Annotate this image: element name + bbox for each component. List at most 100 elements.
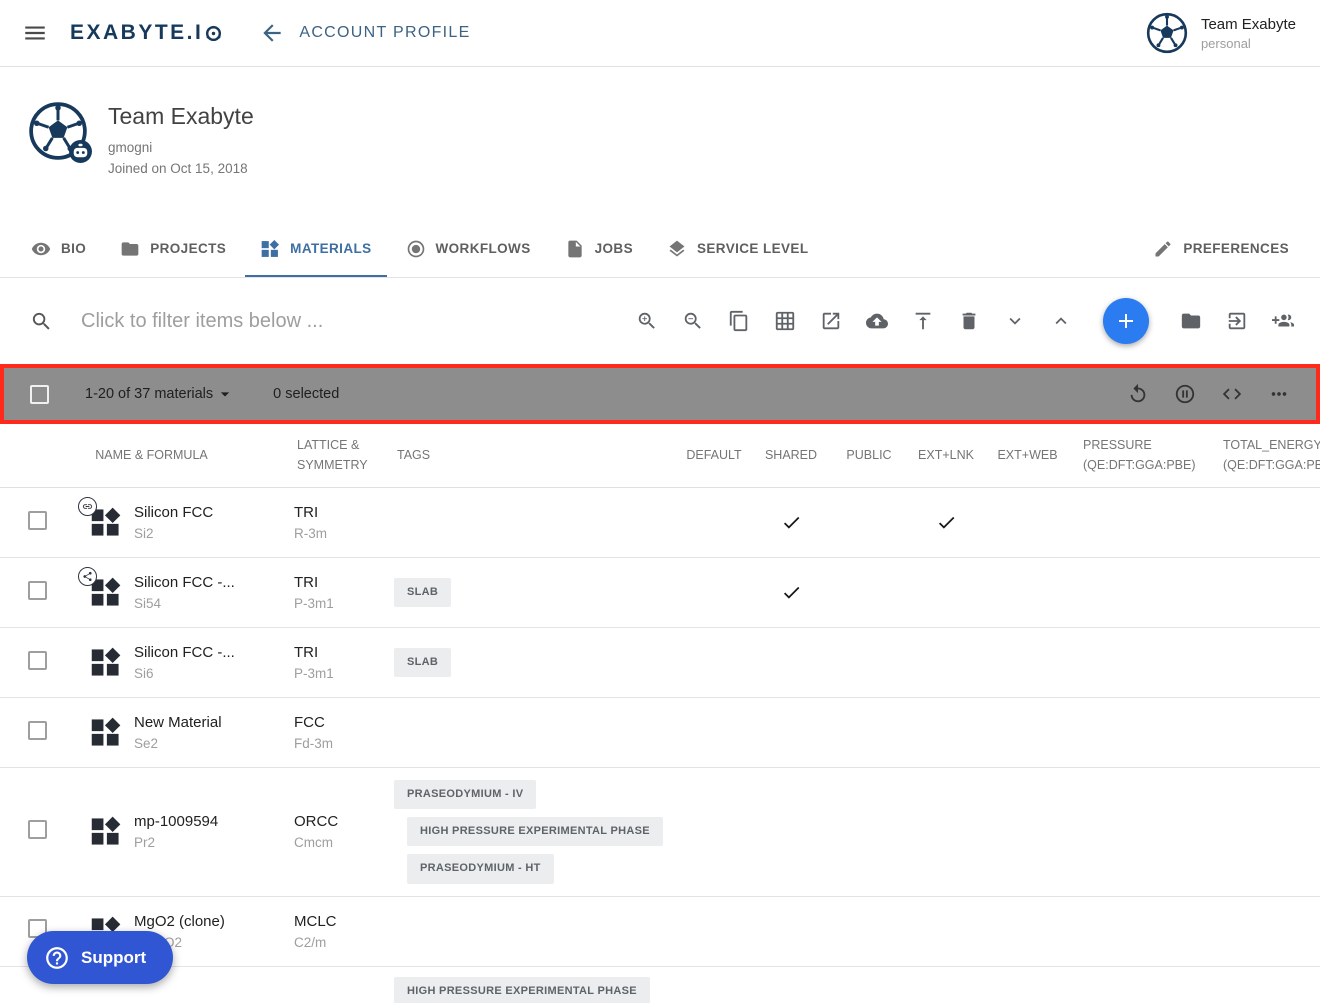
column-lattice-symmetry[interactable]: LATTICE & SYMMETRY: [294, 436, 394, 475]
table-body: Silicon FCC Si2 TRI R-3m: [0, 488, 1320, 1003]
tab-service-level[interactable]: SERVICE LEVEL: [650, 220, 825, 277]
column-tags[interactable]: TAGS: [394, 446, 677, 465]
tab-jobs[interactable]: JOBS: [548, 220, 650, 277]
pause-circle-icon: [1174, 383, 1196, 405]
table-row[interactable]: mp-1009594 Pr2 ORCC Cmcm PRASEODYMIUM - …: [0, 768, 1320, 897]
row-checkbox[interactable]: [28, 721, 47, 740]
tab-materials[interactable]: MATERIALS: [243, 220, 388, 277]
back-button[interactable]: [259, 20, 285, 46]
tags-cell: [394, 721, 677, 745]
upload-top-icon: [912, 310, 934, 332]
code-button[interactable]: [1221, 383, 1243, 405]
material-name[interactable]: Silicon FCC -...: [134, 574, 294, 591]
upload-top-button[interactable]: [912, 310, 934, 332]
material-name[interactable]: Silicon FCC: [134, 504, 294, 521]
open-in-new-button[interactable]: [820, 310, 842, 332]
table-row[interactable]: New Material Se2 FCC Fd-3m: [0, 698, 1320, 768]
table-row[interactable]: Silicon FCC Si2 TRI R-3m: [0, 488, 1320, 558]
account-switcher[interactable]: Team Exabyte personal: [1146, 12, 1298, 54]
zoom-out-icon: [682, 310, 704, 332]
column-default[interactable]: DEFAULT: [677, 446, 751, 465]
copy-button[interactable]: [728, 310, 750, 332]
group-add-button[interactable]: [1272, 310, 1294, 332]
tag-chip: PRASEODYMIUM - HT: [407, 854, 554, 883]
zoom-in-button[interactable]: [636, 310, 658, 332]
top-bar: EXABYTE.I ACCOUNT PROFILE: [0, 0, 1320, 67]
table-row[interactable]: MgO2 (clone) Mg1 O2 MCLC C2/m: [0, 897, 1320, 967]
share-badge: [78, 567, 97, 586]
trash-button[interactable]: [958, 310, 980, 332]
column-pressure[interactable]: PRESSURE (QE:DFT:GGA:PBE): [1070, 436, 1222, 475]
replay-button[interactable]: [1127, 383, 1149, 405]
profile-username: gmogni: [108, 140, 254, 155]
material-name[interactable]: MgO2 (clone): [134, 913, 294, 930]
lattice-symmetry: Cmcm: [294, 835, 394, 850]
pencil-icon: [1153, 239, 1173, 259]
link-badge: [78, 497, 97, 516]
tab-bio[interactable]: BIO: [14, 220, 103, 277]
table-row[interactable]: Silicon FCC -... Si54 TRI P-3m1 SLAB: [0, 558, 1320, 628]
pagination-dropdown[interactable]: 1-20 of 37 materials: [85, 384, 235, 404]
add-material-button[interactable]: [1103, 298, 1149, 344]
materials-icon: [89, 815, 122, 848]
material-name[interactable]: Silicon FCC -...: [134, 644, 294, 661]
tab-preferences[interactable]: PREFERENCES: [1136, 220, 1306, 277]
material-name[interactable]: New Material: [134, 714, 294, 731]
logo[interactable]: EXABYTE.I: [70, 21, 223, 45]
lattice-type: ORCC: [294, 813, 394, 830]
column-total-energy[interactable]: TOTAL_ENERGY (QE:DFT:GGA:PBE): [1222, 436, 1320, 475]
shared-flag-cell: [751, 582, 831, 603]
chevron-up-button[interactable]: [1050, 310, 1072, 332]
plus-icon: [1114, 309, 1138, 333]
table-row[interactable]: Silicon FCC -... Si6 TRI P-3m1 SLAB: [0, 628, 1320, 698]
selection-actions: [1127, 383, 1290, 405]
grid-button[interactable]: [774, 310, 796, 332]
material-name[interactable]: mp-1009594: [134, 813, 294, 830]
lattice-type: MCLC: [294, 913, 394, 930]
folder-button[interactable]: [1180, 310, 1202, 332]
ext-lnk-flag-cell: [907, 512, 985, 533]
tab-label: WORKFLOWS: [436, 241, 531, 256]
row-checkbox[interactable]: [28, 581, 47, 600]
tab-projects[interactable]: PROJECTS: [103, 220, 243, 277]
row-checkbox[interactable]: [28, 820, 47, 839]
select-all-checkbox[interactable]: [30, 385, 49, 404]
tags-cell: PRASEODYMIUM - IVHIGH PRESSURE EXPERIMEN…: [394, 768, 677, 896]
eye-icon: [31, 239, 51, 259]
account-name: Team Exabyte: [1201, 16, 1296, 33]
support-button[interactable]: Support: [27, 931, 173, 984]
menu-icon: [22, 20, 48, 46]
code-icon: [1221, 383, 1243, 405]
more-horiz-button[interactable]: [1268, 383, 1290, 405]
lattice-symmetry: Fd-3m: [294, 736, 394, 751]
row-checkbox[interactable]: [28, 511, 47, 530]
tab-bar: BIOPROJECTSMATERIALS WORKFLOWS JOBS SERVICE…: [0, 220, 1320, 278]
material-icon: [89, 815, 122, 848]
filter-input[interactable]: [81, 310, 461, 333]
column-ext-web[interactable]: EXT+WEB: [985, 446, 1070, 465]
zoom-out-button[interactable]: [682, 310, 704, 332]
account-avatar[interactable]: [1146, 12, 1188, 54]
toolbar-action-icons: [636, 310, 1072, 332]
column-public[interactable]: PUBLIC: [831, 446, 907, 465]
profile-name: Team Exabyte: [108, 103, 254, 130]
shared-flag-cell: [751, 512, 831, 533]
zoom-in-icon: [636, 310, 658, 332]
check-icon: [781, 512, 802, 533]
material-formula: Pr2: [134, 835, 294, 850]
logo-gear-icon: [204, 24, 223, 43]
toolbar: [0, 278, 1320, 364]
table-row[interactable]: HIGH PRESSURE EXPERIMENTAL PHASE: [0, 967, 1320, 1003]
exit-to-app-button[interactable]: [1226, 310, 1248, 332]
chevron-down-button[interactable]: [1004, 310, 1026, 332]
column-shared[interactable]: SHARED: [751, 446, 831, 465]
cloud-upload-button[interactable]: [866, 310, 888, 332]
pause-circle-button[interactable]: [1174, 383, 1196, 405]
column-name-formula[interactable]: NAME & FORMULA: [62, 446, 294, 465]
material-icon: [89, 576, 122, 609]
tab-workflows[interactable]: WORKFLOWS: [389, 220, 548, 277]
menu-button[interactable]: [22, 20, 48, 46]
row-checkbox[interactable]: [28, 651, 47, 670]
column-ext-lnk[interactable]: EXT+LNK: [907, 446, 985, 465]
tab-label: SERVICE LEVEL: [697, 241, 808, 256]
